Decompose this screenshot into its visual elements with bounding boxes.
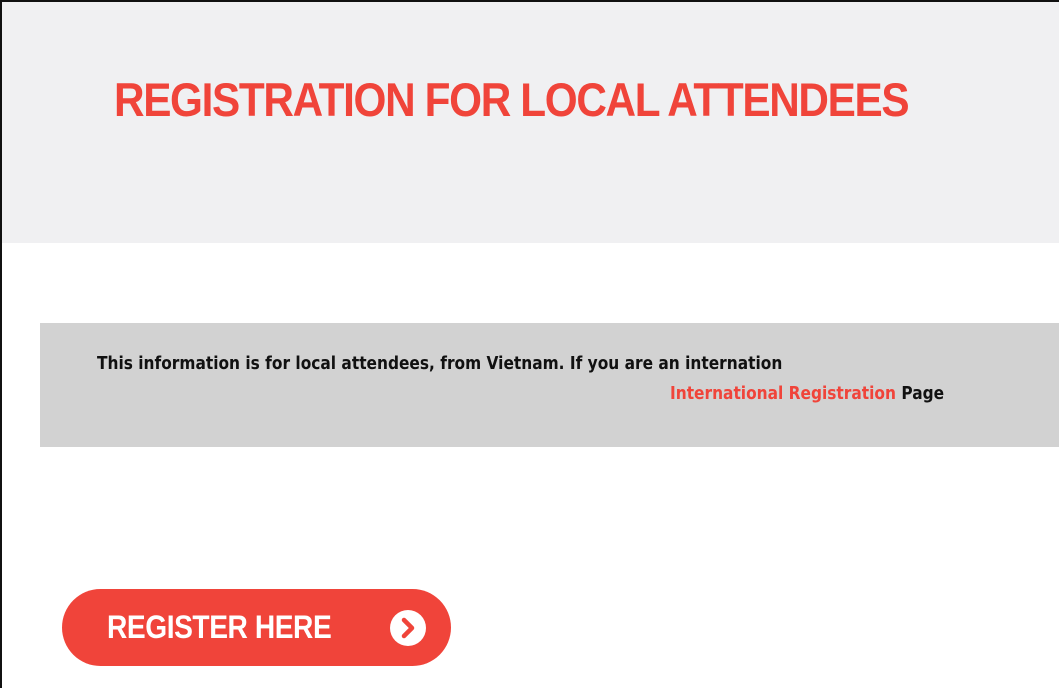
notice-link-line: International Registration Page	[670, 381, 944, 407]
hero-banner: REGISTRATION FOR LOCAL ATTENDEES	[2, 2, 1059, 243]
international-registration-link[interactable]: International Registration	[670, 384, 896, 404]
notice-text: This information is for local attendees,…	[97, 354, 783, 374]
page-frame: REGISTRATION FOR LOCAL ATTENDEES This in…	[0, 0, 1059, 688]
register-here-button[interactable]: REGISTER HERE	[62, 589, 451, 666]
local-attendee-notice: This information is for local attendees,…	[40, 323, 1059, 447]
notice-page-suffix: Page	[895, 384, 945, 404]
chevron-right-icon	[390, 610, 426, 646]
page-title: REGISTRATION FOR LOCAL ATTENDEES	[114, 73, 910, 126]
register-button-label: REGISTER HERE	[107, 609, 332, 645]
